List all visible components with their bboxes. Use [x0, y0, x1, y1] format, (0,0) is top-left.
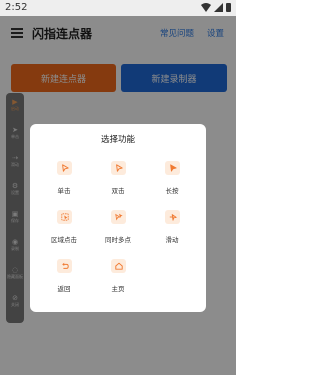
function-multi-point[interactable]: 同时多点 — [93, 210, 143, 246]
function-label: 长按 — [165, 187, 179, 195]
function-tap[interactable]: 单击 — [39, 161, 89, 197]
function-tile — [57, 161, 72, 175]
function-label: 同时多点 — [105, 236, 131, 244]
long-press-icon — [169, 164, 177, 172]
function-label: 返回 — [57, 285, 71, 293]
function-tile — [111, 259, 126, 273]
dialog-title: 选择功能 — [100, 135, 135, 145]
function-label: 滑动 — [165, 236, 179, 244]
home-icon — [114, 262, 123, 270]
back-icon — [61, 262, 69, 269]
area-tap-icon — [60, 213, 69, 221]
function-swipe[interactable]: 滑动 — [147, 210, 197, 246]
function-label: 区域点击 — [51, 236, 77, 244]
double-tap-icon — [115, 164, 123, 172]
select-function-dialog: 选择功能 单击 双击 长按 区域点击 同时多点 滑动 返回 主页 — [30, 124, 206, 312]
multi-point-icon — [114, 213, 123, 221]
signal-icon — [214, 3, 223, 12]
tap-icon — [61, 164, 69, 172]
function-tile — [57, 210, 72, 224]
swipe-icon — [169, 214, 177, 221]
function-back[interactable]: 返回 — [39, 259, 89, 295]
function-label: 主页 — [111, 285, 125, 293]
status-bar: 2:52 — [0, 0, 236, 16]
function-tile — [165, 161, 180, 175]
function-label: 单击 — [57, 187, 71, 195]
function-tile — [57, 259, 72, 273]
function-long-press[interactable]: 长按 — [147, 161, 197, 197]
status-time: 2:52 — [5, 2, 28, 13]
function-label: 双击 — [111, 187, 125, 195]
function-tile — [111, 210, 126, 224]
battery-icon — [226, 3, 231, 12]
function-tile — [111, 161, 126, 175]
function-home[interactable]: 主页 — [93, 259, 143, 295]
wifi-icon — [201, 3, 211, 12]
function-area-tap[interactable]: 区域点击 — [39, 210, 89, 246]
function-double-tap[interactable]: 双击 — [93, 161, 143, 197]
status-icons — [201, 3, 231, 12]
function-tile — [165, 210, 180, 224]
